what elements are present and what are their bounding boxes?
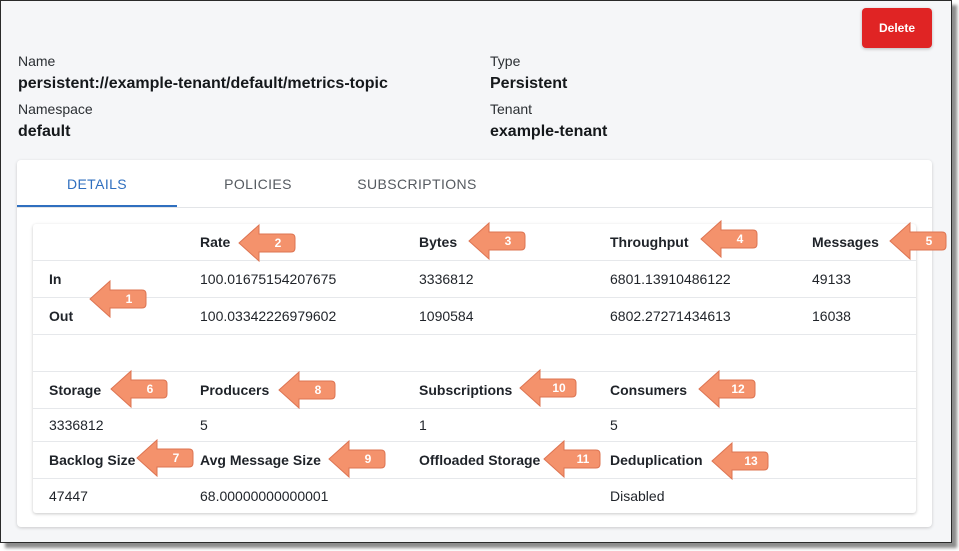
callout-arrow-9: 9 (327, 437, 387, 481)
callout-arrow-6: 6 (109, 367, 169, 411)
table-row: 47447 68.00000000000001 Disabled (33, 479, 916, 513)
type-value: Persistent (490, 75, 568, 92)
callout-number: 10 (552, 381, 566, 395)
callout-number: 9 (364, 452, 372, 466)
tab-subscriptions[interactable]: SUBSCRIPTIONS (337, 160, 497, 208)
tenant-label: Tenant (490, 101, 533, 117)
callout-number: 11 (576, 452, 590, 466)
offloaded-storage-header: Offloaded Storage (419, 452, 541, 468)
bytes-header: Bytes (419, 234, 458, 250)
in-rate-value: 100.01675154207675 (200, 271, 337, 287)
tab-bar: DETAILS POLICIES SUBSCRIPTIONS (17, 160, 932, 208)
callout-arrow-8: 8 (277, 368, 337, 412)
callout-arrow-10: 10 (518, 366, 578, 410)
topic-name-value: persistent://example-tenant/default/metr… (18, 75, 388, 92)
namespace-label: Namespace (18, 101, 93, 117)
callout-arrow-5: 5 (888, 219, 948, 263)
callout-arrow-3: 3 (467, 219, 527, 263)
consumers-header: Consumers (610, 382, 688, 398)
topic-details-window: Delete Name persistent://example-tenant/… (0, 0, 952, 543)
name-label: Name (18, 53, 56, 69)
deduplication-value: Disabled (610, 488, 665, 504)
callout-arrow-4: 4 (699, 217, 759, 261)
consumers-value: 5 (610, 417, 618, 433)
type-label: Type (490, 53, 521, 69)
tenant-value: example-tenant (490, 123, 608, 140)
callout-arrow-1: 1 (88, 277, 148, 321)
tab-details[interactable]: DETAILS (17, 160, 177, 208)
tab-policies[interactable]: POLICIES (178, 160, 338, 208)
callout-number: 6 (146, 382, 154, 396)
callout-arrow-12: 12 (697, 367, 757, 411)
in-throughput-value: 6801.13910486122 (610, 271, 731, 287)
out-throughput-value: 6802.27271434613 (610, 308, 731, 324)
callout-number: 3 (504, 234, 512, 248)
rate-header: Rate (200, 234, 231, 250)
avg-message-size-header: Avg Message Size (200, 452, 321, 468)
storage-header: Storage (49, 382, 102, 398)
callout-arrow-2: 2 (237, 221, 297, 265)
out-bytes-value: 1090584 (419, 308, 474, 324)
in-messages-value: 49133 (812, 271, 851, 287)
callout-number: 7 (172, 451, 180, 465)
avg-message-size-value: 68.00000000000001 (200, 488, 329, 504)
table-row: In 100.01675154207675 3336812 6801.13910… (33, 261, 916, 298)
messages-header: Messages (812, 234, 879, 250)
delete-button[interactable]: Delete (862, 8, 932, 48)
backlog-size-value: 47447 (49, 488, 88, 504)
callout-number: 2 (274, 236, 282, 250)
callout-number: 8 (314, 383, 322, 397)
callout-number: 4 (736, 232, 744, 246)
storage-value: 3336812 (49, 417, 104, 433)
out-messages-value: 16038 (812, 308, 851, 324)
callout-arrow-7: 7 (135, 436, 195, 480)
throughput-header: Throughput (610, 234, 689, 250)
callout-arrow-11: 11 (542, 437, 602, 481)
producers-header: Producers (200, 382, 270, 398)
in-row-label: In (49, 271, 62, 287)
callout-number: 12 (731, 382, 745, 396)
namespace-value: default (18, 123, 71, 140)
in-bytes-value: 3336812 (419, 271, 474, 287)
out-rate-value: 100.03342226979602 (200, 308, 337, 324)
callout-number: 5 (925, 234, 933, 248)
table-row: Out 100.03342226979602 1090584 6802.2727… (33, 298, 916, 335)
backlog-size-header: Backlog Size (49, 452, 136, 468)
subscriptions-value: 1 (419, 417, 427, 433)
callout-number: 13 (744, 454, 758, 468)
callout-arrow-13: 13 (710, 439, 770, 483)
active-tab-indicator (17, 205, 177, 207)
out-row-label: Out (49, 308, 74, 324)
deduplication-header: Deduplication (610, 452, 703, 468)
producers-value: 5 (200, 417, 208, 433)
subscriptions-header: Subscriptions (419, 382, 513, 398)
callout-number: 1 (125, 292, 133, 306)
